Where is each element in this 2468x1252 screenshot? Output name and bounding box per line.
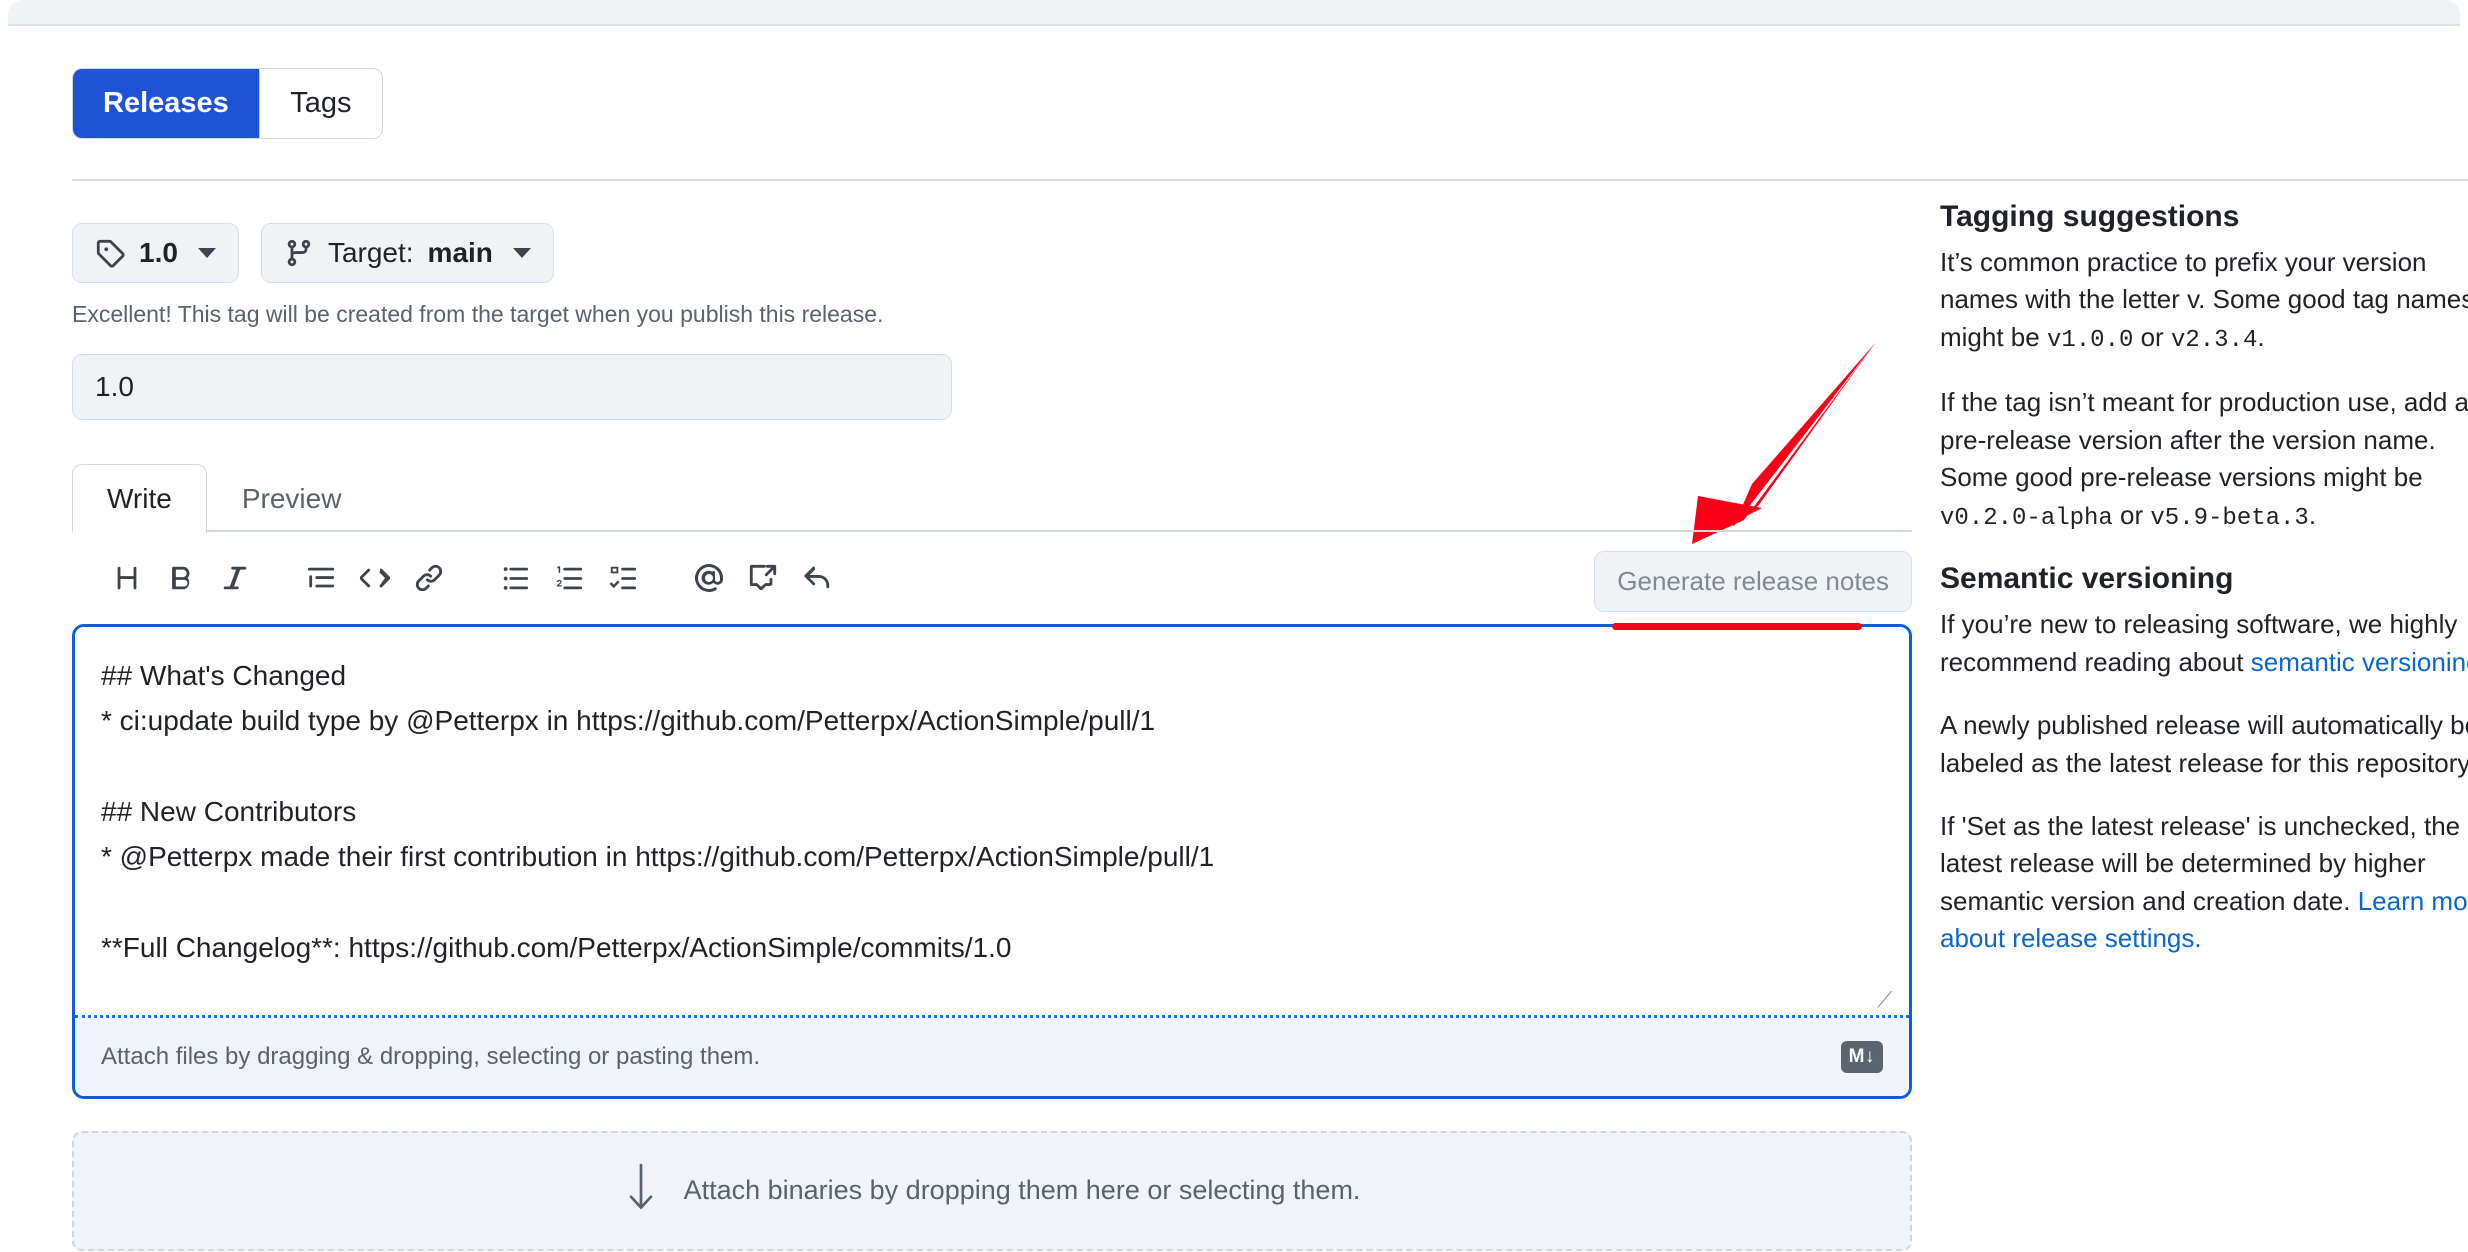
mention-icon[interactable] [682, 551, 736, 605]
tag-target-row: 1.0 Target: main [72, 222, 1912, 283]
target-prefix-label: Target: [327, 236, 414, 268]
page-content: Releases Tags 1.0 Target: main Excellent… [0, 28, 2468, 1252]
text-fragment: . [2308, 499, 2317, 530]
code-fragment: v0.2.0-alpha [1940, 504, 2113, 532]
attach-files-hint: Attach files by dragging & dropping, sel… [101, 1042, 761, 1070]
tab-preview[interactable]: Preview [207, 464, 377, 532]
semver-paragraph-3: If 'Set as the latest release' is unchec… [1940, 808, 2468, 958]
ordered-list-icon[interactable] [542, 551, 596, 605]
tab-releases[interactable]: Releases [73, 69, 259, 138]
editor-tabs: Write Preview [72, 464, 1912, 533]
release-title-input[interactable] [72, 353, 952, 420]
attach-binaries-dropzone[interactable]: Attach binaries by dropping them here or… [72, 1130, 1912, 1251]
tagging-paragraph-1: It’s common practice to prefix your vers… [1940, 244, 2468, 358]
reply-icon[interactable] [790, 551, 844, 605]
main-column: Releases Tags 1.0 Target: main Excellent… [72, 28, 2468, 1251]
sidebar-heading-semantic-versioning: Semantic versioning [1940, 562, 2234, 596]
code-fragment: v2.3.4 [2170, 326, 2258, 354]
text-fragment: A newly published release will automatic… [1940, 710, 2468, 778]
tag-icon [95, 238, 125, 268]
tagging-paragraph-2: If the tag isn’t meant for production us… [1940, 384, 2468, 536]
unordered-list-icon[interactable] [488, 551, 542, 605]
text-fragment: If the tag isn’t meant for production us… [1940, 387, 2468, 493]
sidebar-heading-tagging-suggestions: Tagging suggestions [1940, 200, 2240, 233]
text-fragment: or [2112, 499, 2151, 530]
generate-release-notes-button[interactable]: Generate release notes [1594, 550, 1912, 612]
markdown-toolbar: Generate release notes [72, 532, 1912, 624]
task-list-icon[interactable] [596, 551, 650, 605]
semver-paragraph-2: A newly published release will automatic… [1940, 707, 2468, 782]
git-branch-icon [284, 238, 314, 268]
chevron-down-icon [512, 247, 531, 258]
tagging-help-sidebar: Tagging suggestions It’s common practice… [1940, 200, 2468, 984]
down-arrow-icon [624, 1163, 658, 1218]
code-icon[interactable] [348, 551, 402, 605]
tab-tags[interactable]: Tags [260, 69, 382, 138]
editor-footer: Attach files by dragging & dropping, sel… [75, 1017, 1909, 1096]
target-value-label: main [427, 236, 493, 268]
code-fragment: v1.0.0 [2046, 326, 2134, 354]
annotation-underline [1612, 623, 1862, 630]
releases-tags-segmented-control[interactable]: Releases Tags [72, 68, 383, 139]
toolbar-group-lists [488, 551, 650, 605]
tag-button-label: 1.0 [139, 236, 178, 268]
semantic-versioning-link[interactable]: semantic versioning. [2251, 647, 2468, 677]
browser-top-strip [8, 0, 2460, 26]
toolbar-group-text [100, 551, 262, 605]
semver-paragraph-1: If you’re new to releasing software, we … [1940, 606, 2468, 681]
bold-icon[interactable] [154, 551, 208, 605]
release-notes-textarea[interactable] [75, 626, 1909, 1015]
choose-target-button[interactable]: Target: main [260, 222, 554, 283]
italic-icon[interactable] [208, 551, 262, 605]
link-icon[interactable] [402, 551, 456, 605]
release-editor-page: Releases Tags 1.0 Target: main Excellent… [0, 0, 2468, 1252]
chevron-down-icon [197, 247, 216, 258]
markdown-supported-icon[interactable]: M↓ [1840, 1040, 1883, 1073]
toolbar-group-misc [682, 551, 844, 605]
choose-tag-button[interactable]: 1.0 [72, 222, 239, 283]
tab-write[interactable]: Write [72, 464, 207, 533]
text-fragment: or [2133, 321, 2171, 352]
text-fragment: . [2257, 321, 2265, 352]
quote-icon[interactable] [294, 551, 348, 605]
cross-reference-icon[interactable] [736, 551, 790, 605]
toolbar-group-block [294, 551, 456, 605]
release-notes-editor: ⟋ Attach files by dragging & dropping, s… [72, 623, 1912, 1099]
heading-icon[interactable] [100, 551, 154, 605]
attach-binaries-label: Attach binaries by dropping them here or… [683, 1175, 1361, 1205]
section-divider [72, 179, 2468, 181]
code-fragment: v5.9-beta.3 [2150, 504, 2309, 532]
tag-helper-text: Excellent! This tag will be created from… [72, 300, 884, 327]
